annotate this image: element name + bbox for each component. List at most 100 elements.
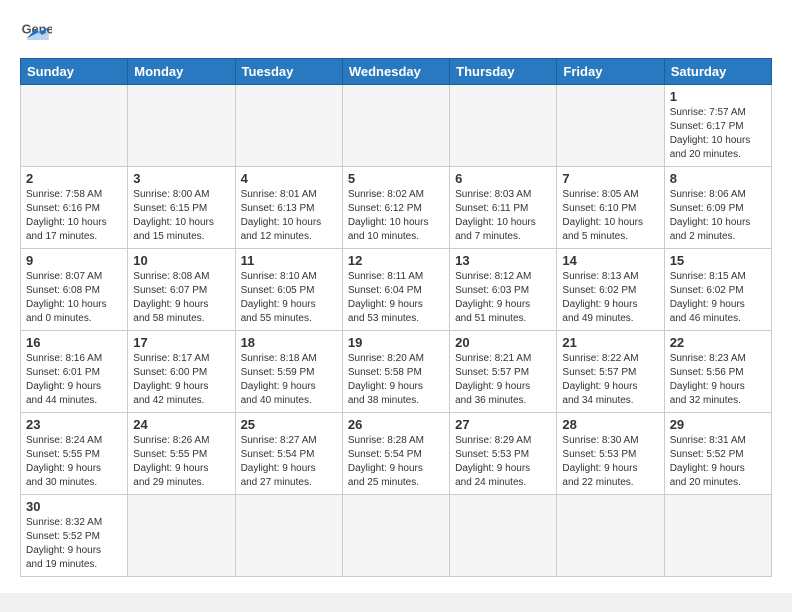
day-info: Sunrise: 8:12 AM Sunset: 6:03 PM Dayligh…	[455, 270, 551, 326]
calendar-cell: 8Sunrise: 8:06 AM Sunset: 6:09 PM Daylig…	[664, 167, 771, 249]
day-number: 4	[241, 171, 337, 186]
calendar-cell	[557, 495, 664, 577]
day-number: 16	[26, 335, 122, 350]
day-info: Sunrise: 8:01 AM Sunset: 6:13 PM Dayligh…	[241, 188, 337, 244]
week-row-5: 30 Sunrise: 8:32 AM Sunset: 5:52 PM Dayli…	[21, 495, 772, 577]
day-info: Sunrise: 8:18 AM Sunset: 5:59 PM Dayligh…	[241, 352, 337, 408]
day-info: Sunrise: 8:00 AM Sunset: 6:15 PM Dayligh…	[133, 188, 229, 244]
day-info: Sunrise: 8:11 AM Sunset: 6:04 PM Dayligh…	[348, 270, 444, 326]
day-number: 23	[26, 417, 122, 432]
calendar-cell: 12Sunrise: 8:11 AM Sunset: 6:04 PM Dayli…	[342, 249, 449, 331]
day-number: 10	[133, 253, 229, 268]
day-info: Sunrise: 8:05 AM Sunset: 6:10 PM Dayligh…	[562, 188, 658, 244]
calendar-cell: 24 Sunrise: 8:26 AM Sunset: 5:55 PM Dayli…	[128, 413, 235, 495]
calendar-header: SundayMondayTuesdayWednesdayThursdayFrid…	[21, 59, 772, 85]
day-info: Sunrise: 8:29 AM Sunset: 5:53 PM Dayligh…	[455, 434, 551, 490]
calendar-cell: 26 Sunrise: 8:28 AM Sunset: 5:54 PM Dayli…	[342, 413, 449, 495]
day-info: Sunrise: 8:27 AM Sunset: 5:54 PM Dayligh…	[241, 434, 337, 490]
calendar-cell: 29 Sunrise: 8:31 AM Sunset: 5:52 PM Dayli…	[664, 413, 771, 495]
calendar-cell: 16 Sunrise: 8:16 AM Sunset: 6:01 PM Dayli…	[21, 331, 128, 413]
calendar-cell: 20Sunrise: 8:21 AM Sunset: 5:57 PM Dayli…	[450, 331, 557, 413]
day-number: 25	[241, 417, 337, 432]
calendar-cell	[450, 495, 557, 577]
calendar-cell	[235, 85, 342, 167]
week-row-1: 2 Sunrise: 7:58 AM Sunset: 6:16 PM Daylig…	[21, 167, 772, 249]
calendar-body: 1 Sunrise: 7:57 AM Sunset: 6:17 PM Daylig…	[21, 85, 772, 577]
calendar-cell: 15 Sunrise: 8:15 AM Sunset: 6:02 PM Dayli…	[664, 249, 771, 331]
header-sunday: Sunday	[21, 59, 128, 85]
week-row-2: 9Sunrise: 8:07 AM Sunset: 6:08 PM Daylig…	[21, 249, 772, 331]
day-info: Sunrise: 8:26 AM Sunset: 5:55 PM Dayligh…	[133, 434, 229, 490]
day-info: Sunrise: 7:57 AM Sunset: 6:17 PM Dayligh…	[670, 106, 766, 162]
day-info: Sunrise: 7:58 AM Sunset: 6:16 PM Dayligh…	[26, 188, 122, 244]
calendar-cell: 3Sunrise: 8:00 AM Sunset: 6:15 PM Daylig…	[128, 167, 235, 249]
day-number: 21	[562, 335, 658, 350]
calendar-cell: 28 Sunrise: 8:30 AM Sunset: 5:53 PM Dayli…	[557, 413, 664, 495]
day-number: 7	[562, 171, 658, 186]
calendar-cell: 27 Sunrise: 8:29 AM Sunset: 5:53 PM Dayli…	[450, 413, 557, 495]
day-info: Sunrise: 8:03 AM Sunset: 6:11 PM Dayligh…	[455, 188, 551, 244]
day-number: 2	[26, 171, 122, 186]
calendar-cell	[128, 85, 235, 167]
day-info: Sunrise: 8:17 AM Sunset: 6:00 PM Dayligh…	[133, 352, 229, 408]
day-number: 18	[241, 335, 337, 350]
day-number: 30	[26, 499, 122, 514]
day-info: Sunrise: 8:22 AM Sunset: 5:57 PM Dayligh…	[562, 352, 658, 408]
day-info: Sunrise: 8:24 AM Sunset: 5:55 PM Dayligh…	[26, 434, 122, 490]
day-number: 24	[133, 417, 229, 432]
week-row-0: 1 Sunrise: 7:57 AM Sunset: 6:17 PM Daylig…	[21, 85, 772, 167]
calendar-cell: 25 Sunrise: 8:27 AM Sunset: 5:54 PM Dayli…	[235, 413, 342, 495]
calendar-cell	[342, 85, 449, 167]
day-number: 27	[455, 417, 551, 432]
header: General	[20, 16, 772, 48]
day-number: 9	[26, 253, 122, 268]
calendar-cell: 18 Sunrise: 8:18 AM Sunset: 5:59 PM Dayli…	[235, 331, 342, 413]
day-number: 20	[455, 335, 551, 350]
day-number: 29	[670, 417, 766, 432]
day-info: Sunrise: 8:15 AM Sunset: 6:02 PM Dayligh…	[670, 270, 766, 326]
day-info: Sunrise: 8:31 AM Sunset: 5:52 PM Dayligh…	[670, 434, 766, 490]
day-info: Sunrise: 8:10 AM Sunset: 6:05 PM Dayligh…	[241, 270, 337, 326]
calendar-cell: 17 Sunrise: 8:17 AM Sunset: 6:00 PM Dayli…	[128, 331, 235, 413]
day-number: 13	[455, 253, 551, 268]
header-monday: Monday	[128, 59, 235, 85]
calendar-cell	[342, 495, 449, 577]
day-info: Sunrise: 8:16 AM Sunset: 6:01 PM Dayligh…	[26, 352, 122, 408]
header-wednesday: Wednesday	[342, 59, 449, 85]
calendar-cell: 1 Sunrise: 7:57 AM Sunset: 6:17 PM Daylig…	[664, 85, 771, 167]
header-friday: Friday	[557, 59, 664, 85]
calendar-cell: 11Sunrise: 8:10 AM Sunset: 6:05 PM Dayli…	[235, 249, 342, 331]
day-info: Sunrise: 8:20 AM Sunset: 5:58 PM Dayligh…	[348, 352, 444, 408]
calendar-cell: 9Sunrise: 8:07 AM Sunset: 6:08 PM Daylig…	[21, 249, 128, 331]
calendar-table: SundayMondayTuesdayWednesdayThursdayFrid…	[20, 58, 772, 577]
day-number: 19	[348, 335, 444, 350]
calendar-cell	[235, 495, 342, 577]
day-number: 8	[670, 171, 766, 186]
day-info: Sunrise: 8:30 AM Sunset: 5:53 PM Dayligh…	[562, 434, 658, 490]
calendar-cell	[128, 495, 235, 577]
day-info: Sunrise: 8:13 AM Sunset: 6:02 PM Dayligh…	[562, 270, 658, 326]
day-number: 1	[670, 89, 766, 104]
calendar-cell	[21, 85, 128, 167]
day-info: Sunrise: 8:28 AM Sunset: 5:54 PM Dayligh…	[348, 434, 444, 490]
calendar-page: General SundayMondayTuesdayWednesdayThur…	[0, 0, 792, 593]
calendar-cell: 2 Sunrise: 7:58 AM Sunset: 6:16 PM Daylig…	[21, 167, 128, 249]
day-number: 28	[562, 417, 658, 432]
week-row-4: 23 Sunrise: 8:24 AM Sunset: 5:55 PM Dayli…	[21, 413, 772, 495]
day-number: 6	[455, 171, 551, 186]
header-tuesday: Tuesday	[235, 59, 342, 85]
calendar-cell: 10Sunrise: 8:08 AM Sunset: 6:07 PM Dayli…	[128, 249, 235, 331]
day-number: 26	[348, 417, 444, 432]
day-info: Sunrise: 8:32 AM Sunset: 5:52 PM Dayligh…	[26, 516, 122, 572]
day-number: 15	[670, 253, 766, 268]
day-number: 14	[562, 253, 658, 268]
calendar-cell: 30 Sunrise: 8:32 AM Sunset: 5:52 PM Dayli…	[21, 495, 128, 577]
day-info: Sunrise: 8:23 AM Sunset: 5:56 PM Dayligh…	[670, 352, 766, 408]
calendar-cell: 5Sunrise: 8:02 AM Sunset: 6:12 PM Daylig…	[342, 167, 449, 249]
day-info: Sunrise: 8:02 AM Sunset: 6:12 PM Dayligh…	[348, 188, 444, 244]
week-row-3: 16 Sunrise: 8:16 AM Sunset: 6:01 PM Dayli…	[21, 331, 772, 413]
header-saturday: Saturday	[664, 59, 771, 85]
day-number: 17	[133, 335, 229, 350]
calendar-cell: 23 Sunrise: 8:24 AM Sunset: 5:55 PM Dayli…	[21, 413, 128, 495]
calendar-cell	[557, 85, 664, 167]
